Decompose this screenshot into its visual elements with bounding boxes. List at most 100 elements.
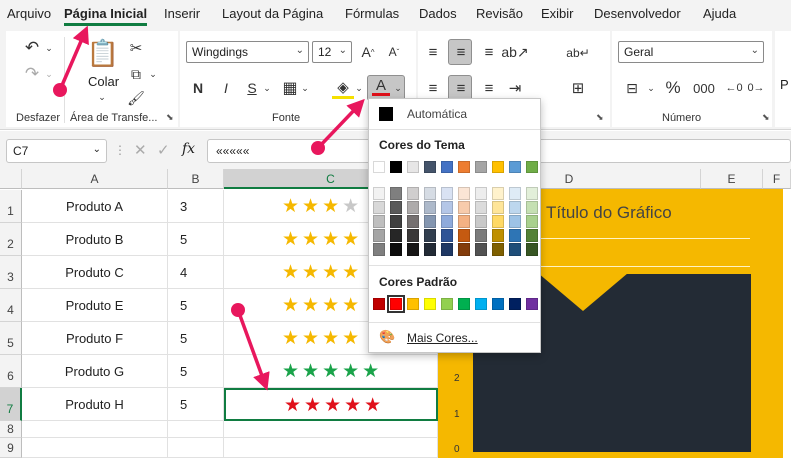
theme-shade-swatch[interactable]	[475, 201, 487, 214]
redo-icon[interactable]: ↷	[20, 63, 44, 85]
standard-color-swatch[interactable]	[475, 298, 487, 310]
font-size-select[interactable]: 12 ⌄	[312, 41, 352, 63]
styles-partial-label[interactable]: P	[780, 77, 789, 92]
theme-shade-swatch[interactable]	[407, 215, 419, 228]
theme-shade-swatch[interactable]	[492, 243, 504, 256]
theme-shade-swatch[interactable]	[475, 215, 487, 228]
row-header[interactable]: 7	[0, 388, 22, 421]
theme-color-swatch[interactable]	[373, 161, 385, 173]
theme-shade-swatch[interactable]	[492, 215, 504, 228]
theme-shade-swatch[interactable]	[492, 201, 504, 214]
theme-shade-swatch[interactable]	[526, 201, 538, 214]
cut-icon[interactable]: ✂	[126, 39, 146, 57]
theme-color-swatch[interactable]	[407, 161, 419, 173]
theme-shade-swatch[interactable]	[424, 201, 436, 214]
automatic-swatch[interactable]	[379, 107, 393, 121]
theme-shade-swatch[interactable]	[373, 187, 385, 200]
cell-b[interactable]: 5	[168, 289, 224, 322]
cell-a[interactable]	[22, 421, 168, 438]
row-header[interactable]: 4	[0, 289, 22, 322]
theme-shade-swatch[interactable]	[390, 215, 402, 228]
theme-color-swatch[interactable]	[509, 161, 521, 173]
cell-a[interactable]: Produto H	[22, 388, 168, 421]
cell-c[interactable]	[224, 438, 438, 458]
standard-color-swatch[interactable]	[441, 298, 453, 310]
align-middle-button[interactable]: ≡	[448, 39, 472, 65]
theme-shade-swatch[interactable]	[390, 229, 402, 242]
align-top-icon[interactable]: ≡	[422, 41, 444, 63]
cell-c[interactable]: ★★★★★	[224, 355, 438, 388]
insert-function-button[interactable]: fx	[182, 141, 195, 157]
menu-revisao[interactable]: Revisão	[476, 6, 523, 21]
theme-color-swatch[interactable]	[475, 161, 487, 173]
theme-shade-swatch[interactable]	[390, 187, 402, 200]
theme-shade-swatch[interactable]	[373, 243, 385, 256]
theme-shade-swatch[interactable]	[475, 187, 487, 200]
theme-shade-swatch[interactable]	[526, 229, 538, 242]
undo-dropdown-icon[interactable]: ⌄	[44, 40, 54, 56]
paste-dropdown-icon[interactable]: ⌄	[96, 91, 108, 103]
theme-shade-swatch[interactable]	[526, 215, 538, 228]
format-painter-icon[interactable]: 🖌	[126, 89, 146, 107]
decrease-font-icon[interactable]: Aˇ	[384, 42, 404, 62]
theme-shade-swatch[interactable]	[441, 201, 453, 214]
alignment-launcher-icon[interactable]: ⬊	[596, 112, 604, 123]
selected-cell-c7[interactable]: ★★★★★	[224, 388, 438, 421]
column-header-b[interactable]: B	[168, 169, 224, 189]
theme-color-swatch[interactable]	[526, 161, 538, 173]
menu-inserir[interactable]: Inserir	[164, 6, 200, 21]
theme-shade-swatch[interactable]	[441, 187, 453, 200]
theme-shade-swatch[interactable]	[373, 201, 385, 214]
theme-shade-swatch[interactable]	[441, 215, 453, 228]
theme-color-swatch[interactable]	[424, 161, 436, 173]
theme-shade-swatch[interactable]	[390, 243, 402, 256]
theme-color-swatch[interactable]	[492, 161, 504, 173]
theme-shade-swatch[interactable]	[475, 229, 487, 242]
number-launcher-icon[interactable]: ⬊	[762, 112, 770, 123]
theme-shade-swatch[interactable]	[458, 201, 470, 214]
bold-button[interactable]: N	[188, 77, 208, 99]
theme-shade-swatch[interactable]	[441, 243, 453, 256]
theme-shade-swatch[interactable]	[390, 201, 402, 214]
increase-decimal-icon[interactable]: ←0	[724, 77, 744, 99]
theme-shade-swatch[interactable]	[407, 201, 419, 214]
theme-shade-swatch[interactable]	[492, 187, 504, 200]
row-header[interactable]: 6	[0, 355, 22, 388]
theme-shade-swatch[interactable]	[424, 243, 436, 256]
cell-b[interactable]: 4	[168, 256, 224, 289]
accounting-format-icon[interactable]: ⊟	[620, 77, 644, 99]
standard-color-swatch[interactable]	[424, 298, 436, 310]
menu-layout-da-pagina[interactable]: Layout da Página	[222, 6, 323, 21]
theme-shade-swatch[interactable]	[526, 243, 538, 256]
theme-shade-swatch[interactable]	[373, 215, 385, 228]
standard-color-swatch[interactable]	[373, 298, 385, 310]
confirm-icon[interactable]: ✓	[157, 141, 170, 159]
cell-a[interactable]: Produto E	[22, 289, 168, 322]
theme-shade-swatch[interactable]	[424, 229, 436, 242]
standard-color-swatch[interactable]	[407, 298, 419, 310]
row-header[interactable]: 5	[0, 322, 22, 355]
standard-color-swatch[interactable]	[526, 298, 538, 310]
orientation-icon[interactable]: ab↗	[501, 41, 528, 63]
row-header[interactable]: 8	[0, 421, 22, 438]
undo-icon[interactable]: ↶	[20, 37, 44, 59]
cell-a[interactable]	[22, 438, 168, 458]
theme-shade-swatch[interactable]	[509, 187, 521, 200]
cell-b[interactable]: 5	[168, 355, 224, 388]
row-header[interactable]: 3	[0, 256, 22, 289]
cell-b[interactable]: 3	[168, 190, 224, 223]
standard-color-swatch[interactable]	[458, 298, 470, 310]
column-header-a[interactable]: A	[22, 169, 168, 189]
borders-dropdown-icon[interactable]: ⌄	[300, 79, 310, 97]
cell-b[interactable]: 5	[168, 388, 224, 421]
number-format-select[interactable]: Geral ⌄	[618, 41, 764, 63]
cell-a[interactable]: Produto F	[22, 322, 168, 355]
column-header-e[interactable]: E	[701, 169, 763, 189]
menu-formulas[interactable]: Fórmulas	[345, 6, 399, 21]
theme-shade-swatch[interactable]	[509, 215, 521, 228]
more-options-icon[interactable]: ⋮	[114, 143, 126, 157]
menu-ajuda[interactable]: Ajuda	[703, 6, 736, 21]
fill-color-dropdown-icon[interactable]: ⌄	[354, 79, 364, 97]
theme-shade-swatch[interactable]	[509, 229, 521, 242]
indent-icon[interactable]: ⇥	[504, 77, 526, 99]
